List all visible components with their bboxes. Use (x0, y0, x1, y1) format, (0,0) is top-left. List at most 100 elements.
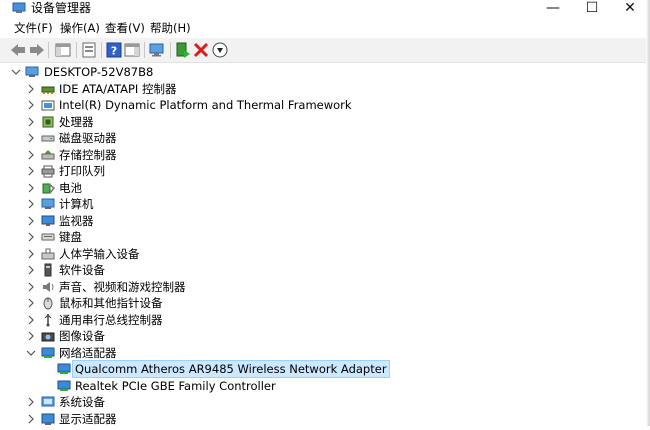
disk-drive-icon (41, 131, 55, 145)
tree-item-category-7[interactable]: 计算机 (0, 196, 650, 212)
minimize-button[interactable]: — (533, 0, 573, 18)
tree-item-category-12[interactable]: 声音、视频和游戏控制器 (0, 279, 650, 295)
close-button[interactable]: ✕ (610, 0, 650, 18)
properties-icon[interactable] (80, 41, 98, 59)
tree-item-label: 鼠标和其他指针设备 (59, 296, 163, 310)
network-card-icon (57, 362, 71, 376)
sound-icon (41, 280, 55, 294)
tree-item-label: 软件设备 (59, 263, 105, 277)
tree-item-label: 磁盘驱动器 (59, 131, 117, 145)
menu-help[interactable]: 帮助(H) (150, 21, 191, 35)
tree-root[interactable]: DESKTOP-52V87B8 (0, 64, 650, 80)
chevron-right-icon[interactable] (25, 213, 37, 229)
system-device-icon (41, 395, 55, 409)
chevron-right-icon[interactable] (25, 114, 37, 130)
scan-hardware-icon[interactable] (148, 41, 166, 59)
tree-item-label: 存储控制器 (59, 147, 117, 162)
chevron-down-icon[interactable] (10, 64, 22, 80)
chevron-right-icon[interactable] (25, 246, 37, 262)
chevron-down-icon[interactable] (25, 345, 37, 361)
printer-icon (41, 164, 55, 178)
tree-item-network-adapter-1[interactable]: Realtek PCIe GBE Family Controller (0, 378, 650, 394)
chevron-right-icon[interactable] (25, 81, 37, 97)
chevron-right-icon[interactable] (25, 312, 37, 328)
menu-view[interactable]: 查看(V) (105, 21, 145, 35)
maximize-button[interactable]: ☐ (572, 0, 612, 18)
tree-item-category-4[interactable]: 存储控制器 (0, 147, 650, 163)
tree-item-category-16[interactable]: 网络适配器 (0, 345, 650, 361)
hid-icon (41, 247, 55, 261)
tree-item-category-6[interactable]: 电池 (0, 180, 650, 196)
chevron-right-icon[interactable] (25, 295, 37, 311)
tree-item-category-14[interactable]: 通用串行总线控制器 (0, 312, 650, 328)
ide-controller-icon (41, 82, 55, 96)
tree-item-label: 网络适配器 (59, 345, 117, 360)
tree-item-label: 计算机 (59, 197, 94, 211)
thermal-framework-icon (41, 98, 55, 112)
network-adapter-icon (41, 346, 55, 360)
chevron-right-icon[interactable] (25, 229, 37, 245)
tree-item-category-15[interactable]: 图像设备 (0, 328, 650, 344)
toolbar: ? (0, 38, 650, 63)
menu-action[interactable]: 操作(A) (60, 21, 100, 35)
tree-item-category-18[interactable]: 显示适配器 (0, 411, 650, 427)
software-device-icon (41, 263, 55, 277)
mouse-icon (41, 296, 55, 310)
tree-item-category-1[interactable]: Intel(R) Dynamic Platform and Thermal Fr… (0, 97, 650, 113)
chevron-right-icon[interactable] (25, 328, 37, 344)
chevron-right-icon[interactable] (25, 394, 37, 410)
storage-controller-icon (41, 148, 55, 162)
device-tree: DESKTOP-52V87B8 IDE ATA/ATAPI 控制器 Intel(R)… (0, 63, 650, 426)
tree-item-label: 电池 (59, 180, 82, 195)
tree-item-label: 监视器 (59, 213, 94, 228)
download-driver-icon[interactable] (211, 41, 229, 59)
processor-icon (41, 115, 55, 129)
uninstall-device-icon[interactable] (192, 41, 210, 59)
tree-item-category-9[interactable]: 键盘 (0, 229, 650, 245)
chevron-right-icon[interactable] (25, 130, 37, 146)
show-hide-console-tree-icon[interactable] (54, 41, 72, 59)
tree-item-label: 键盘 (59, 230, 82, 244)
chevron-right-icon[interactable] (25, 147, 37, 163)
tree-item-category-3[interactable]: 磁盘驱动器 (0, 130, 650, 146)
tree-item-category-8[interactable]: 监视器 (0, 213, 650, 229)
tree-item-label: DESKTOP-52V87B8 (44, 65, 154, 79)
usb-icon (41, 313, 55, 327)
tree-item-label: 声音、视频和游戏控制器 (59, 279, 186, 294)
tree-item-category-10[interactable]: 人体学输入设备 (0, 246, 650, 262)
tree-item-category-17[interactable]: 系统设备 (0, 394, 650, 410)
display-adapter-icon (41, 412, 55, 426)
tree-item-category-11[interactable]: 软件设备 (0, 262, 650, 278)
chevron-right-icon[interactable] (25, 411, 37, 427)
battery-icon (41, 181, 56, 195)
title-bar[interactable]: 设备管理器 — ☐ ✕ (0, 0, 650, 18)
window-title: 设备管理器 (31, 1, 92, 15)
tree-item-category-5[interactable]: 打印队列 (0, 163, 650, 179)
tree-item-label: IDE ATA/ATAPI 控制器 (59, 81, 177, 96)
tree-item-label: 打印队列 (59, 164, 105, 178)
tree-item-label: Qualcomm Atheros AR9485 Wireless Network… (72, 360, 390, 378)
chevron-right-icon[interactable] (25, 163, 37, 179)
computer-root-icon (25, 65, 39, 79)
forward-arrow-icon[interactable] (28, 41, 46, 59)
tree-item-category-13[interactable]: 鼠标和其他指针设备 (0, 295, 650, 311)
help-icon[interactable]: ? (105, 41, 123, 59)
tree-item-network-adapter-0[interactable]: Qualcomm Atheros AR9485 Wireless Network… (0, 360, 650, 378)
menu-file[interactable]: 文件(F) (14, 21, 53, 35)
tree-item-label: Realtek PCIe GBE Family Controller (75, 378, 276, 393)
chevron-right-icon[interactable] (25, 196, 37, 212)
tree-item-label: 系统设备 (59, 395, 105, 409)
tree-item-label: 通用串行总线控制器 (59, 312, 163, 327)
tree-item-category-2[interactable]: 处理器 (0, 114, 650, 130)
update-driver-icon[interactable] (174, 41, 192, 59)
tree-item-category-0[interactable]: IDE ATA/ATAPI 控制器 (0, 81, 650, 97)
back-arrow-icon[interactable] (9, 41, 27, 59)
tree-item-label: 人体学输入设备 (59, 246, 140, 261)
tree-item-label: Intel(R) Dynamic Platform and Thermal Fr… (59, 98, 352, 112)
chevron-right-icon[interactable] (25, 279, 37, 295)
computer-icon (41, 197, 55, 211)
action-pane-icon[interactable] (123, 41, 141, 59)
chevron-right-icon[interactable] (25, 180, 37, 196)
chevron-right-icon[interactable] (25, 97, 37, 113)
chevron-right-icon[interactable] (25, 262, 37, 278)
